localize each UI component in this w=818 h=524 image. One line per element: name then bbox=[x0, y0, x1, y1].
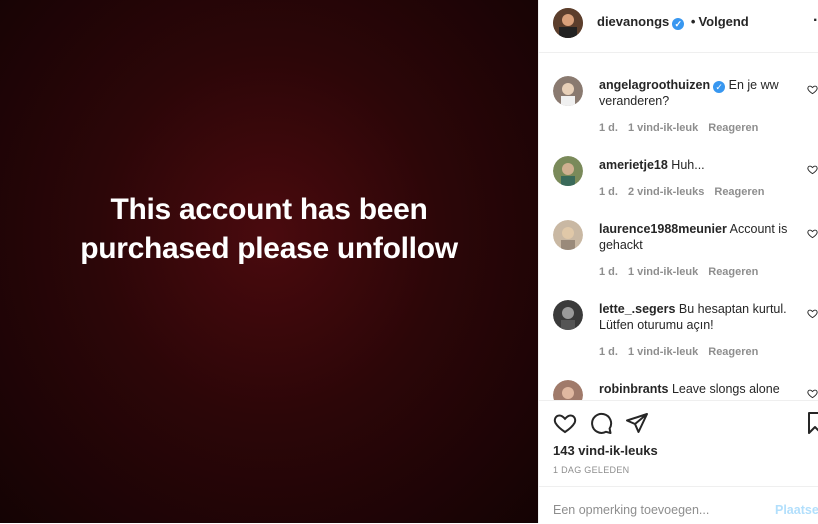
comment-username[interactable]: lette_.segers bbox=[599, 302, 675, 316]
heart-icon[interactable] bbox=[807, 84, 818, 95]
post-comment-button[interactable]: Plaatsen bbox=[775, 503, 818, 517]
header-separator: • bbox=[690, 14, 696, 29]
save-bookmark-icon[interactable] bbox=[807, 411, 818, 435]
comment-meta: 1 d. 2 vind-ik-leuks Reageren bbox=[599, 186, 775, 198]
more-icon[interactable]: · bbox=[813, 12, 818, 30]
comment-text: lette_.segers Bu hesaptan kurtul. Lütfen… bbox=[599, 301, 789, 333]
comment-text: robinbrants Leave slongs alone bbox=[599, 381, 789, 397]
heart-icon[interactable] bbox=[807, 308, 818, 319]
header-avatar[interactable] bbox=[553, 8, 583, 38]
reply-button[interactable]: Reageren bbox=[708, 346, 758, 358]
comment-likes[interactable]: 2 vind-ik-leuks bbox=[628, 186, 704, 198]
post-media-text: This account has been purchased please u… bbox=[0, 190, 538, 268]
add-comment-input[interactable]: Een opmerking toevoegen... bbox=[553, 503, 709, 517]
likes-count[interactable]: 143 vind-ik-leuks bbox=[553, 443, 658, 458]
comment-username[interactable]: angelagroothuizen bbox=[599, 78, 710, 92]
reply-button[interactable]: Reageren bbox=[708, 122, 758, 134]
post-media: This account has been purchased please u… bbox=[0, 0, 538, 523]
comment-time: 1 d. bbox=[599, 346, 618, 358]
comment-username[interactable]: robinbrants bbox=[599, 382, 668, 396]
comment-text: angelagroothuizen ✓ En je ww veranderen? bbox=[599, 77, 789, 109]
comment-likes[interactable]: 1 vind-ik-leuk bbox=[628, 346, 698, 358]
header-username[interactable]: dievanongs bbox=[597, 14, 669, 29]
comment-meta: 1 d. 1 vind-ik-leuk Reageren bbox=[599, 122, 768, 134]
avatar-photo-icon bbox=[553, 220, 583, 250]
following-button[interactable]: Volgend bbox=[698, 14, 748, 29]
comment-username[interactable]: amerietje18 bbox=[599, 158, 668, 172]
comment-icon[interactable] bbox=[589, 411, 613, 435]
post-media-line-1: This account has been bbox=[110, 193, 428, 226]
verified-icon: ✓ bbox=[713, 81, 726, 93]
post-date: 1 DAG GELEDEN bbox=[553, 465, 630, 475]
comment-body: Leave slongs alone bbox=[671, 382, 780, 396]
avatar-photo-icon bbox=[553, 8, 583, 38]
comment-time: 1 d. bbox=[599, 266, 618, 278]
reply-button[interactable]: Reageren bbox=[708, 266, 758, 278]
comment-time: 1 d. bbox=[599, 122, 618, 134]
verified-icon: ✓ bbox=[672, 18, 685, 30]
comment-text: amerietje18 Huh... bbox=[599, 157, 789, 173]
share-icon[interactable] bbox=[625, 411, 649, 435]
post-header: dievanongs ✓ • Volgend · bbox=[539, 0, 818, 53]
avatar-photo-icon bbox=[553, 300, 583, 330]
avatar-photo-icon bbox=[553, 76, 583, 106]
comment-meta: 1 d. 1 vind-ik-leuk Reageren bbox=[599, 346, 768, 358]
comment-likes[interactable]: 1 vind-ik-leuk bbox=[628, 122, 698, 134]
comment-likes[interactable]: 1 vind-ik-leuk bbox=[628, 266, 698, 278]
heart-icon[interactable] bbox=[807, 388, 818, 399]
comment-text: laurence1988meunier Account is gehackt bbox=[599, 221, 789, 253]
comments-list: angelagroothuizen ✓ En je ww veranderen? … bbox=[539, 52, 818, 400]
post-media-line-2: purchased please unfollow bbox=[80, 232, 458, 265]
comments-panel: dievanongs ✓ • Volgend · angelagroothuizen… bbox=[538, 0, 818, 523]
comment-time: 1 d. bbox=[599, 186, 618, 198]
comment-avatar[interactable] bbox=[553, 220, 583, 250]
comment-avatar[interactable] bbox=[553, 156, 583, 186]
comment-avatar[interactable] bbox=[553, 300, 583, 330]
avatar-photo-icon bbox=[553, 380, 583, 400]
comment-avatar[interactable] bbox=[553, 380, 583, 400]
reply-button[interactable]: Reageren bbox=[714, 186, 764, 198]
avatar-photo-icon bbox=[553, 156, 583, 186]
header-user: dievanongs ✓ • Volgend bbox=[597, 14, 749, 30]
add-comment-bar: Een opmerking toevoegen... Plaatsen bbox=[539, 486, 818, 524]
heart-icon[interactable] bbox=[807, 164, 818, 175]
comment-meta: 1 d. 1 vind-ik-leuk Reageren bbox=[599, 266, 768, 278]
post-actions: 143 vind-ik-leuks 1 DAG GELEDEN bbox=[539, 400, 818, 486]
comment-avatar[interactable] bbox=[553, 76, 583, 106]
like-heart-icon[interactable] bbox=[553, 411, 577, 435]
comment-username[interactable]: laurence1988meunier bbox=[599, 222, 727, 236]
heart-icon[interactable] bbox=[807, 228, 818, 239]
comment-body: Huh... bbox=[671, 158, 705, 172]
